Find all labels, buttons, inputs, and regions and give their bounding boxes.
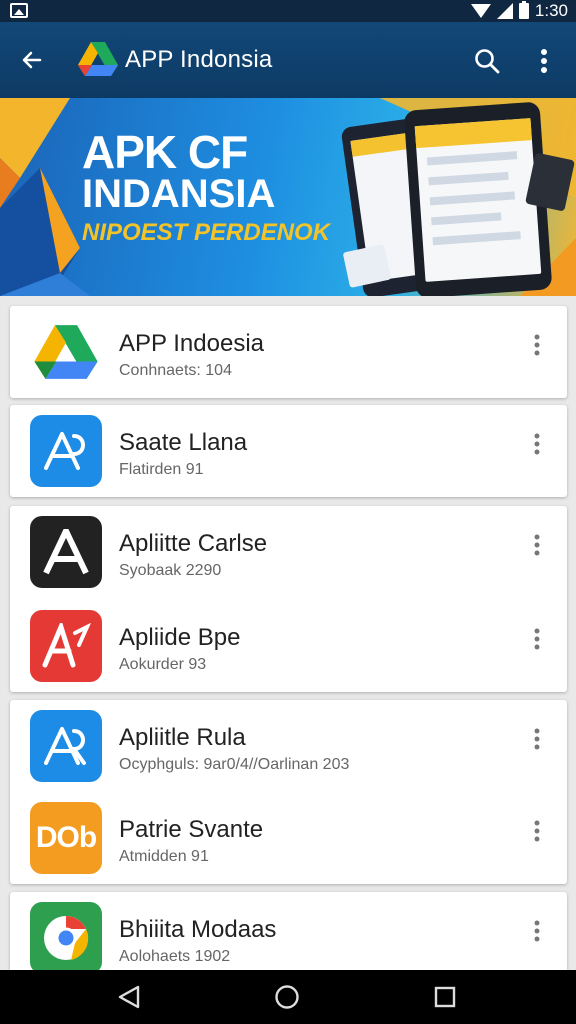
app-card: Apliitle Rula Ocyphguls: 9ar0/4//Oarlina… — [10, 700, 567, 884]
more-vert-icon — [534, 433, 540, 455]
more-vert-icon — [534, 628, 540, 650]
search-button[interactable] — [468, 42, 506, 80]
item-menu-button[interactable] — [522, 624, 552, 654]
list-item[interactable]: APP Indoesia Conhnaets: 104 — [10, 306, 567, 400]
navigation-bar — [0, 970, 576, 1024]
list-item[interactable]: DOb Patrie Svante Atmidden 91 — [10, 792, 567, 886]
app-subtitle: Flatirden 91 — [119, 461, 204, 478]
list-item[interactable]: Apliitte Carlse Syobaak 2290 — [10, 506, 567, 600]
app-card: APP Indoesia Conhnaets: 104 — [10, 306, 567, 398]
signal-icon — [496, 3, 513, 19]
more-vert-icon — [534, 820, 540, 842]
list-item[interactable]: Saate Llana Flatirden 91 — [10, 405, 567, 499]
app-subtitle: Ocyphguls: 9ar0/4//Oarlinan 203 — [119, 756, 350, 773]
app-card: Bhiiita Modaas Aolohaets 1902 — [10, 892, 567, 982]
banner-headline: APK CF — [82, 126, 248, 178]
more-vert-icon — [541, 49, 547, 73]
square-recents-icon — [434, 986, 456, 1008]
item-menu-button[interactable] — [522, 530, 552, 560]
overflow-menu-button[interactable] — [526, 42, 562, 80]
app-subtitle: Atmidden 91 — [119, 848, 209, 865]
battery-icon — [518, 1, 529, 19]
app-subtitle: Aokurder 93 — [119, 656, 207, 673]
app-subtitle: Syobaak 2290 — [119, 562, 222, 579]
item-menu-button[interactable] — [522, 724, 552, 754]
app-title: APP Indonsia — [125, 46, 273, 73]
search-icon — [475, 49, 500, 74]
more-vert-icon — [534, 534, 540, 556]
app-store-icon — [30, 710, 102, 782]
gallery-icon — [10, 3, 28, 18]
item-menu-button[interactable] — [522, 330, 552, 360]
circle-home-icon — [275, 985, 299, 1009]
status-time: 1:30 — [534, 1, 568, 20]
app-title: Apliitte Carlse — [119, 530, 268, 557]
status-bar: 1:30 — [0, 0, 576, 22]
list-item[interactable]: Apliide Bpe Aokurder 93 — [10, 600, 567, 694]
app-title: Apliitle Rula — [119, 724, 246, 751]
banner-subheadline: INDANSIA — [82, 172, 276, 216]
more-vert-icon — [534, 920, 540, 942]
wifi-icon — [470, 4, 491, 18]
app-title: Apliide Bpe — [119, 624, 241, 651]
drive-triangle-icon — [30, 316, 102, 388]
app-title: Patrie Svante — [119, 816, 264, 843]
app-subtitle: Conhnaets: 104 — [119, 362, 232, 379]
nav-home-button[interactable] — [270, 982, 304, 1012]
more-vert-icon — [534, 728, 540, 750]
app-store-icon — [30, 415, 102, 487]
nav-back-button[interactable] — [112, 982, 146, 1012]
item-menu-button[interactable] — [522, 916, 552, 946]
app-a-red-icon — [30, 610, 102, 682]
app-card: Saate Llana Flatirden 91 — [10, 405, 567, 497]
more-vert-icon — [534, 334, 540, 356]
back-button[interactable] — [14, 42, 50, 78]
app-title: APP Indoesia — [119, 330, 264, 357]
app-card: Apliitte Carlse Syobaak 2290 Apliide Bpe… — [10, 506, 567, 692]
chrome-like-icon — [30, 902, 102, 974]
arrow-left-icon — [22, 51, 42, 69]
app-title: Saate Llana — [119, 429, 248, 456]
dob-icon-text: DOb — [35, 821, 97, 854]
dob-icon: DOb — [30, 802, 102, 874]
list-item[interactable]: Apliitle Rula Ocyphguls: 9ar0/4//Oarlina… — [10, 700, 567, 794]
letter-a-icon — [30, 516, 102, 588]
app-subtitle: Aolohaets 1902 — [119, 948, 231, 965]
triangle-back-icon — [118, 985, 140, 1009]
app-bar: APP Indonsia — [0, 22, 576, 98]
item-menu-button[interactable] — [522, 429, 552, 459]
item-menu-button[interactable] — [522, 816, 552, 846]
drive-logo-icon — [78, 42, 118, 76]
promo-banner[interactable]: APK CF INDANSIA NIPOEST PERDENOK — [0, 98, 576, 296]
banner-tagline: NIPOEST PERDENOK — [82, 219, 331, 246]
app-title: Bhiiita Modaas — [119, 916, 277, 943]
nav-recents-button[interactable] — [428, 982, 462, 1012]
